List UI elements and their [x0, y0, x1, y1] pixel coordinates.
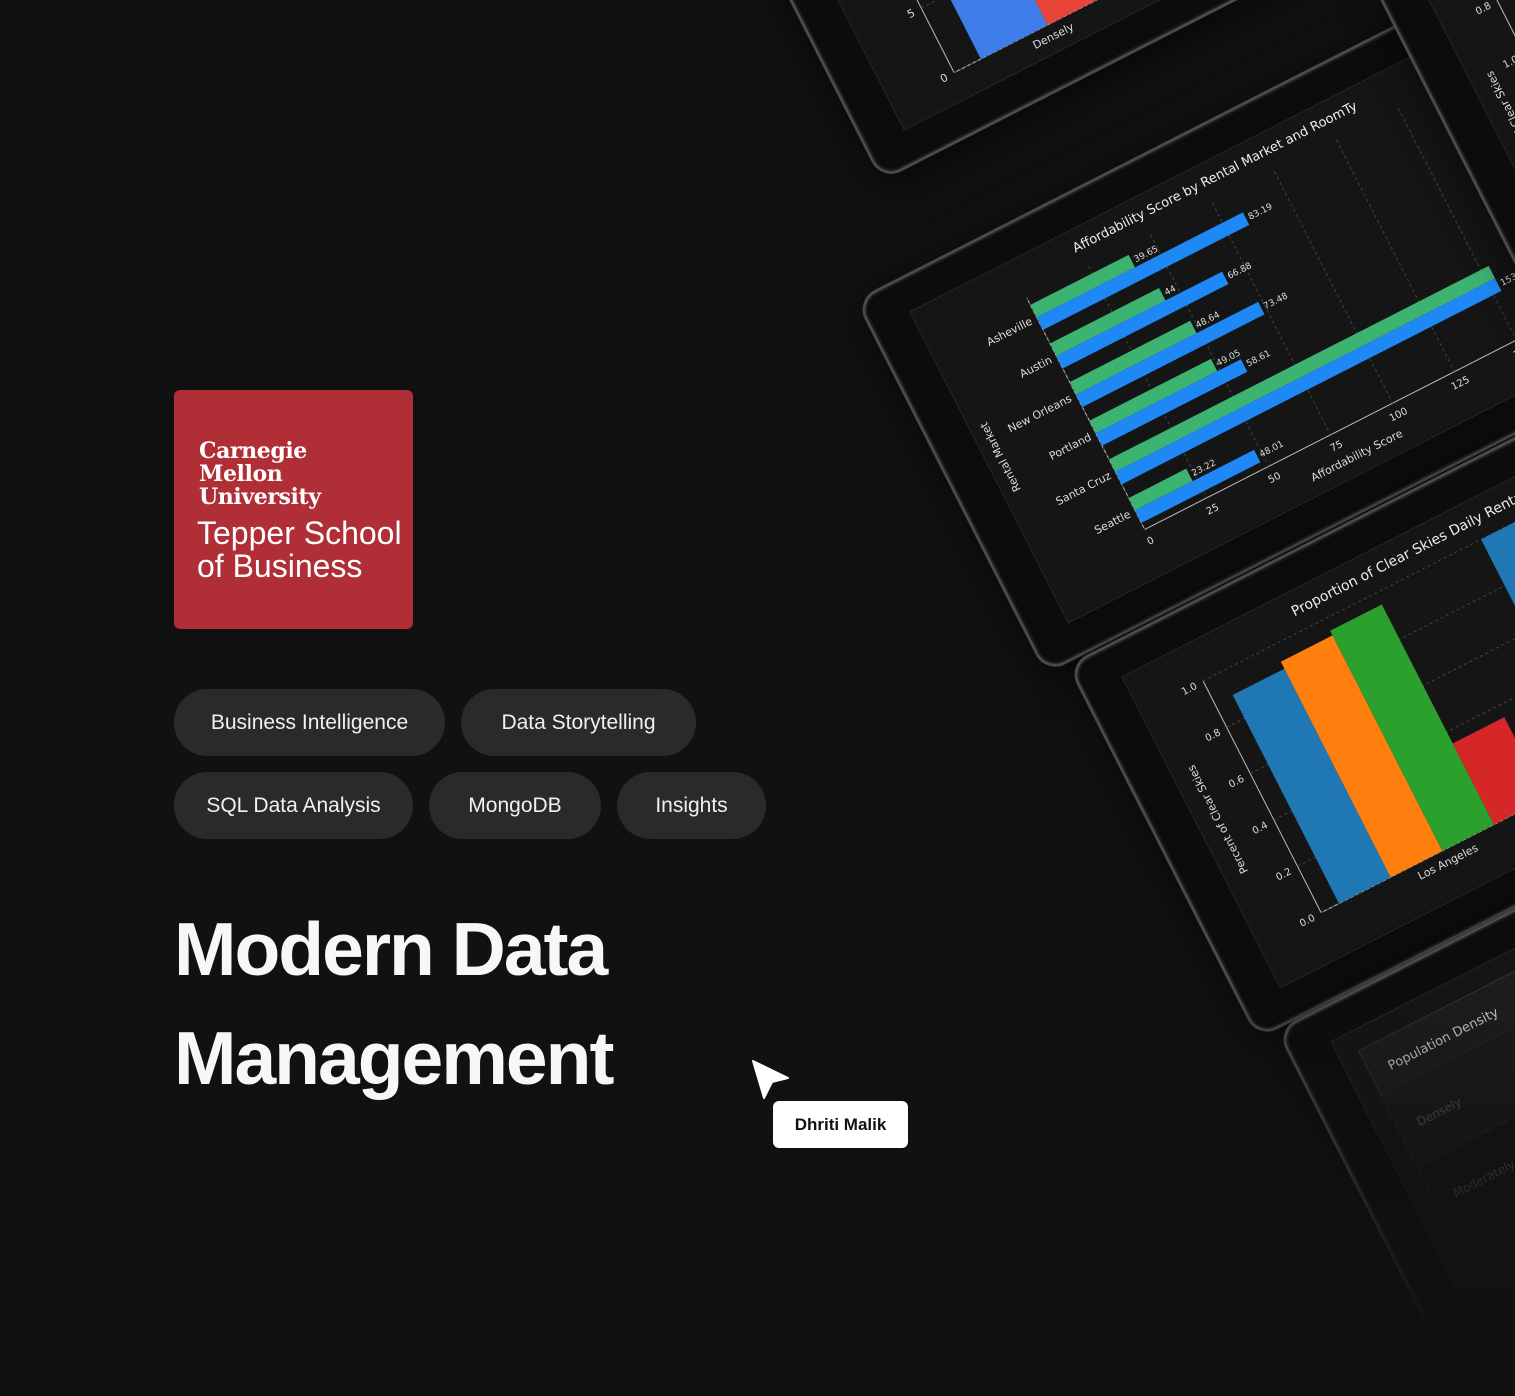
- tag-data-storytelling[interactable]: Data Storytelling: [461, 689, 696, 756]
- y-tick-label: Santa Cruz: [1054, 469, 1114, 508]
- y-tick-label: 0.0: [1298, 913, 1317, 930]
- cmu-line: University: [199, 484, 321, 510]
- y-tick-label: 0: [938, 71, 950, 86]
- data-label: 66.88: [1226, 261, 1254, 282]
- data-label: 153.2: [1499, 268, 1515, 289]
- pointer-cursor-icon: [752, 1060, 789, 1099]
- y-tick-label: 0.4: [1251, 820, 1270, 837]
- y-tick-label: Asheville: [985, 315, 1035, 349]
- y-tick-label: 0.2: [1274, 866, 1293, 883]
- y-tick-label: 5: [905, 6, 917, 21]
- author-name-tag: Dhriti Malik: [773, 1101, 908, 1148]
- tag-business-intelligence[interactable]: Business Intelligence: [174, 689, 445, 756]
- cmu-wordmark: Carnegie Mellon University: [199, 440, 321, 509]
- y-tick-label: Austin: [1017, 353, 1054, 380]
- tag-insights[interactable]: Insights: [617, 772, 766, 839]
- x-axis-label: Affordability Score: [1309, 427, 1405, 485]
- y-tick-label: 1.0: [1180, 681, 1199, 698]
- x-tick-label: 50: [1267, 471, 1283, 487]
- x-tick-label: 125: [1450, 374, 1472, 392]
- x-tick-label: 75: [1329, 439, 1345, 455]
- page-title: Modern Data Management: [174, 895, 614, 1113]
- x-tick-label: 150: [1512, 343, 1515, 361]
- school-line: Tepper School: [197, 515, 402, 551]
- y-tick-label: 0.6: [1227, 774, 1246, 791]
- y-tick-label: 1.0: [1501, 54, 1515, 71]
- data-label: 83.19: [1247, 202, 1275, 223]
- bar: [842, 0, 1048, 60]
- y-axis: [822, 0, 955, 73]
- school-line: of Business: [197, 548, 363, 584]
- page: Carnegie Mellon University Tepper School…: [0, 0, 1515, 1396]
- data-label: 58.61: [1245, 349, 1272, 370]
- cmu-line: Carnegie: [199, 438, 307, 464]
- data-label: 48.01: [1258, 439, 1285, 460]
- y-tick-label: Portland: [1047, 431, 1093, 463]
- school-name: Tepper School of Business: [197, 517, 402, 583]
- y-tick-label: Seattle: [1092, 508, 1133, 537]
- cmu-line: Mellon: [199, 461, 283, 487]
- y-axis-label: Percent of Clear Skies: [1483, 69, 1515, 182]
- tag-mongodb[interactable]: MongoDB: [429, 772, 601, 839]
- tag-sql-data-analysis[interactable]: SQL Data Analysis: [174, 772, 413, 839]
- title-line: Management: [174, 1016, 614, 1100]
- data-label: 73.48: [1262, 291, 1290, 312]
- x-tick-label: 0: [1146, 535, 1157, 548]
- x-tick-label: 25: [1205, 502, 1221, 518]
- y-tick-label: 0.8: [1204, 727, 1223, 744]
- y-tick-label: 0.8: [1474, 1, 1493, 18]
- title-line: Modern Data: [174, 907, 608, 991]
- cmu-tepper-logo: Carnegie Mellon University Tepper School…: [174, 390, 413, 629]
- y-tick-label: New Orleans: [1006, 392, 1074, 435]
- x-tick-label: 100: [1388, 406, 1410, 424]
